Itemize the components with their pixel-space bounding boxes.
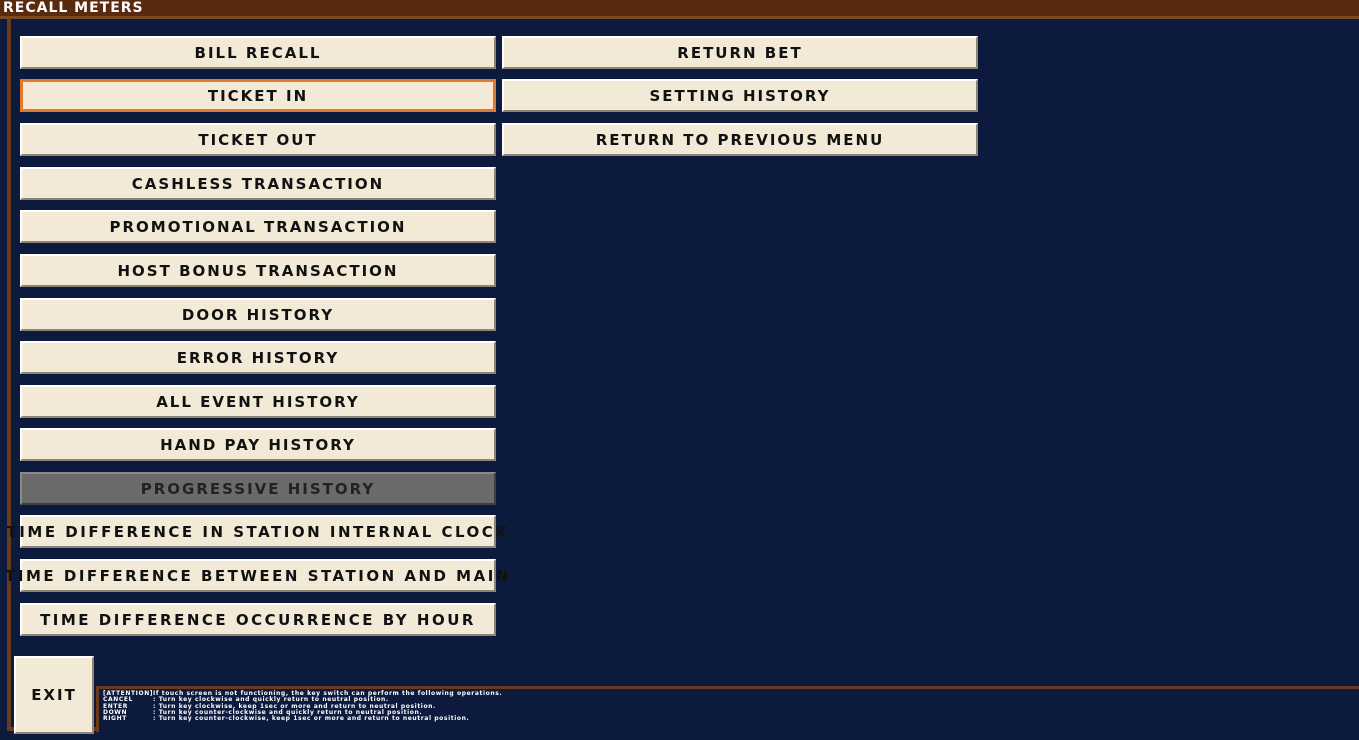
time-difference-station-main-button[interactable]: TIME DIFFERENCE BETWEEN STATION AND MAIN — [5, 559, 508, 592]
time-difference-internal-clock-button[interactable]: TIME DIFFERENCE IN STATION INTERNAL CLOC… — [7, 515, 507, 548]
return-to-previous-menu-button[interactable]: RETURN TO PREVIOUS MENU — [502, 123, 978, 156]
door-history-button[interactable]: DOOR HISTORY — [20, 298, 496, 331]
right-text: : Turn key counter-clockwise, keep 1sec … — [153, 715, 470, 723]
bill-recall-button[interactable]: BILL RECALL — [20, 36, 496, 69]
recall-meters-screen: RECALL METERS BILL RECALL TICKET IN TICK… — [0, 0, 1359, 740]
title-bar: RECALL METERS — [0, 0, 1359, 19]
progressive-history-button[interactable]: PROGRESSIVE HISTORY — [20, 472, 496, 505]
return-bet-button[interactable]: RETURN BET — [502, 36, 978, 69]
ticket-in-button[interactable]: TICKET IN — [20, 79, 496, 112]
all-event-history-button[interactable]: ALL EVENT HISTORY — [20, 385, 496, 418]
host-bonus-transaction-button[interactable]: HOST BONUS TRANSACTION — [20, 254, 496, 287]
setting-history-button[interactable]: SETTING HISTORY — [502, 79, 978, 112]
attention-info-box: [ATTENTION] If touch screen is not funct… — [96, 686, 1359, 732]
right-key: RIGHT — [103, 715, 127, 723]
page-title: RECALL METERS — [3, 0, 144, 16]
cashless-transaction-button[interactable]: CASHLESS TRANSACTION — [20, 167, 496, 200]
left-frame-border — [7, 19, 11, 731]
exit-button[interactable]: EXIT — [14, 656, 94, 734]
ticket-out-button[interactable]: TICKET OUT — [20, 123, 496, 156]
right-line: RIGHT : Turn key counter-clockwise, keep… — [103, 715, 1355, 723]
time-difference-by-hour-button[interactable]: TIME DIFFERENCE OCCURRENCE BY HOUR — [20, 603, 496, 636]
promotional-transaction-button[interactable]: PROMOTIONAL TRANSACTION — [20, 210, 496, 243]
hand-pay-history-button[interactable]: HAND PAY HISTORY — [20, 428, 496, 461]
error-history-button[interactable]: ERROR HISTORY — [20, 341, 496, 374]
